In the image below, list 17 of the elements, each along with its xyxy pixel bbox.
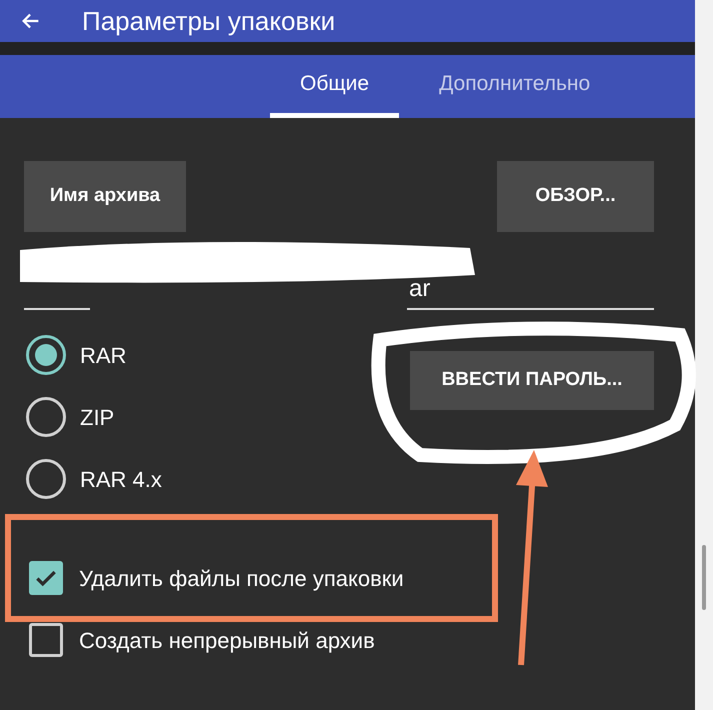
format-label: ZIP	[80, 404, 114, 432]
screen-title: Параметры упаковки	[82, 8, 336, 34]
checkbox[interactable]	[29, 561, 63, 595]
scroll-thumb[interactable]	[702, 545, 706, 610]
archive-name-button[interactable]: Имя архива	[24, 161, 186, 232]
radio-button[interactable]	[26, 335, 66, 375]
option-label: Удалить файлы после упаковки	[79, 564, 404, 593]
format-label: RAR	[80, 342, 126, 370]
checkbox[interactable]	[29, 623, 63, 657]
format-label: RAR 4.x	[80, 466, 162, 494]
browse-button[interactable]: ОБЗОР...	[497, 161, 654, 232]
radio-button[interactable]	[26, 459, 66, 499]
option-label: Создать непрерывный архив	[79, 626, 375, 655]
password-button[interactable]: ВВЕСТИ ПАРОЛЬ...	[410, 351, 654, 410]
tab[interactable]: Общие	[270, 55, 400, 118]
radio-button[interactable]	[26, 397, 66, 437]
tab[interactable]: Дополнительно	[409, 55, 620, 118]
